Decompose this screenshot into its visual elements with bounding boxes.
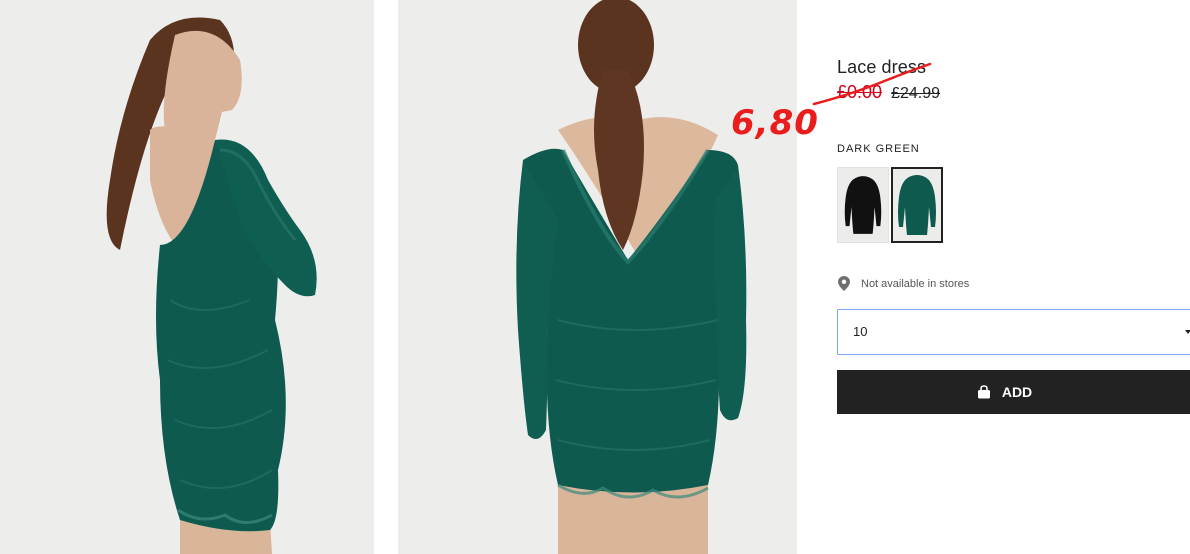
color-swatch-black[interactable]: [837, 167, 889, 243]
color-name-label: DARK GREEN: [837, 143, 920, 155]
price-row: £0.00 £24.99: [837, 82, 940, 103]
size-select-value: 10: [853, 324, 868, 339]
store-availability-text: Not available in stores: [861, 277, 970, 290]
product-photo-side[interactable]: [0, 0, 374, 554]
color-swatch-dark-green[interactable]: [891, 167, 943, 243]
store-availability: Not available in stores: [838, 276, 969, 291]
black-dress-thumbnail: [838, 168, 888, 242]
handwritten-price-annotation: 6,80: [731, 103, 819, 143]
shopping-bag-icon: [977, 385, 990, 399]
sale-price: £0.00: [837, 82, 883, 102]
product-title: Lace dress: [837, 57, 927, 77]
model-back-illustration: [398, 0, 797, 554]
location-pin-icon: [838, 276, 850, 291]
model-side-illustration: [0, 0, 374, 554]
product-photo-back[interactable]: [398, 0, 797, 554]
original-price: £24.99: [891, 85, 940, 102]
add-button-label: ADD: [1001, 384, 1033, 400]
green-dress-thumbnail: [893, 169, 941, 241]
size-select[interactable]: 10: [837, 309, 1190, 355]
add-to-bag-button[interactable]: ADD: [837, 370, 1190, 414]
caret-down-icon: [1185, 330, 1190, 334]
